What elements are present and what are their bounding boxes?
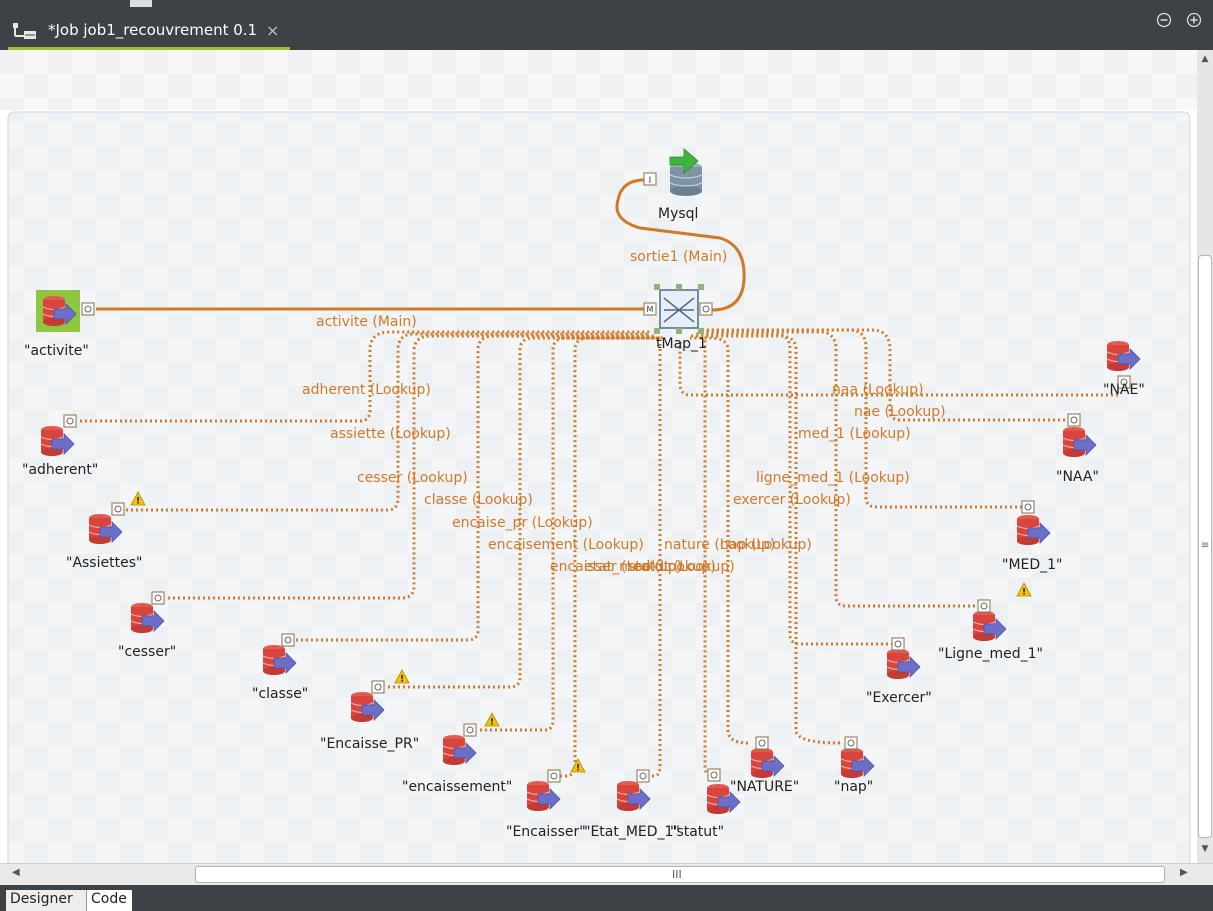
link-label-encaise-pr: encaise_pr (Lookup) xyxy=(452,515,593,531)
cesser-label: "cesser" xyxy=(118,644,176,660)
minimize-icon[interactable] xyxy=(1156,12,1172,28)
link-label-exercer: exercer (Lookup) xyxy=(733,492,851,508)
ligne-med-1-label: "Ligne_med_1" xyxy=(938,646,1043,662)
link-label-nae: nae (Lookup) xyxy=(854,404,946,420)
assiettes-label: "Assiettes" xyxy=(66,555,142,571)
link-label-ligne-med-1: ligne_med_1 (Lookup) xyxy=(756,470,910,486)
link-label-naa: naa (Lookup) xyxy=(832,382,924,398)
tab-title: *Job job1_recouvrement 0.1 xyxy=(48,21,258,39)
link-label-encaisement: encaisement (Lookup) xyxy=(488,537,644,553)
link-label-med-1: med_1 (Lookup) xyxy=(798,426,911,442)
svg-text:M: M xyxy=(647,305,654,314)
link-label-nap: nap (Lookup) xyxy=(720,537,812,553)
vertical-scroll-grip: ≡ xyxy=(1201,540,1210,551)
tab-code[interactable]: Code xyxy=(86,890,132,911)
horizontal-scroll-grip: III xyxy=(672,868,682,881)
naa-label: "NAA" xyxy=(1056,469,1099,485)
encaisser-label: "Encaisser" xyxy=(506,824,586,840)
link-label-sortie1: sortie1 (Main) xyxy=(630,249,727,265)
tab-close-icon[interactable]: × xyxy=(266,21,279,40)
designer-canvas[interactable]: ! activite (Main) sortie1 (Main) a xyxy=(0,50,1197,863)
nature-label: "NATURE" xyxy=(730,779,799,795)
mysql-label: Mysql xyxy=(658,206,698,222)
tmap-label: tMap_1 xyxy=(656,336,707,352)
link-label-adherent: adherent (Lookup) xyxy=(302,382,431,398)
med-1-label: "MED_1" xyxy=(1002,557,1063,573)
activite-label: "activite" xyxy=(24,343,89,359)
statut-label: "statut" xyxy=(670,824,724,840)
svg-text:I: I xyxy=(649,176,652,186)
link-label-activite: activite (Main) xyxy=(316,314,417,330)
encaisse-pr-label: "Encaisse_PR" xyxy=(320,736,419,752)
job-tree-icon xyxy=(13,23,36,39)
encaissement-label: "encaissement" xyxy=(402,779,512,795)
adherent-label: "adherent" xyxy=(22,462,98,478)
link-label-assiette: assiette (Lookup) xyxy=(330,426,451,442)
classe-label: "classe" xyxy=(252,686,308,702)
link-label-classe: classe (Lookup) xyxy=(424,492,533,508)
maximize-icon[interactable] xyxy=(1186,12,1202,28)
link-label-cesser: cesser (Lookup) xyxy=(357,470,468,486)
job-diagram[interactable]: ! activite (Main) sortie1 (Main) a xyxy=(0,50,1197,863)
tab-top-marker xyxy=(130,0,152,7)
nap-label: "nap" xyxy=(834,779,873,795)
nae-label: "NAE" xyxy=(1103,382,1145,398)
scroll-right-arrow-icon[interactable]: ▶ xyxy=(1180,867,1188,878)
editor-bottom-bar xyxy=(0,885,1213,911)
link-label-statut: statut (Lookup) xyxy=(628,559,735,575)
scroll-up-arrow-icon[interactable]: ▲ xyxy=(1197,54,1213,68)
exercer-label: "Exercer" xyxy=(866,690,932,706)
scroll-left-arrow-icon[interactable]: ◀ xyxy=(12,867,20,878)
etat-med-1-label: "Etat_MED_1" xyxy=(584,824,680,840)
tab-designer[interactable]: Designer xyxy=(6,890,86,911)
scroll-down-arrow-icon[interactable]: ▼ xyxy=(1197,844,1213,858)
